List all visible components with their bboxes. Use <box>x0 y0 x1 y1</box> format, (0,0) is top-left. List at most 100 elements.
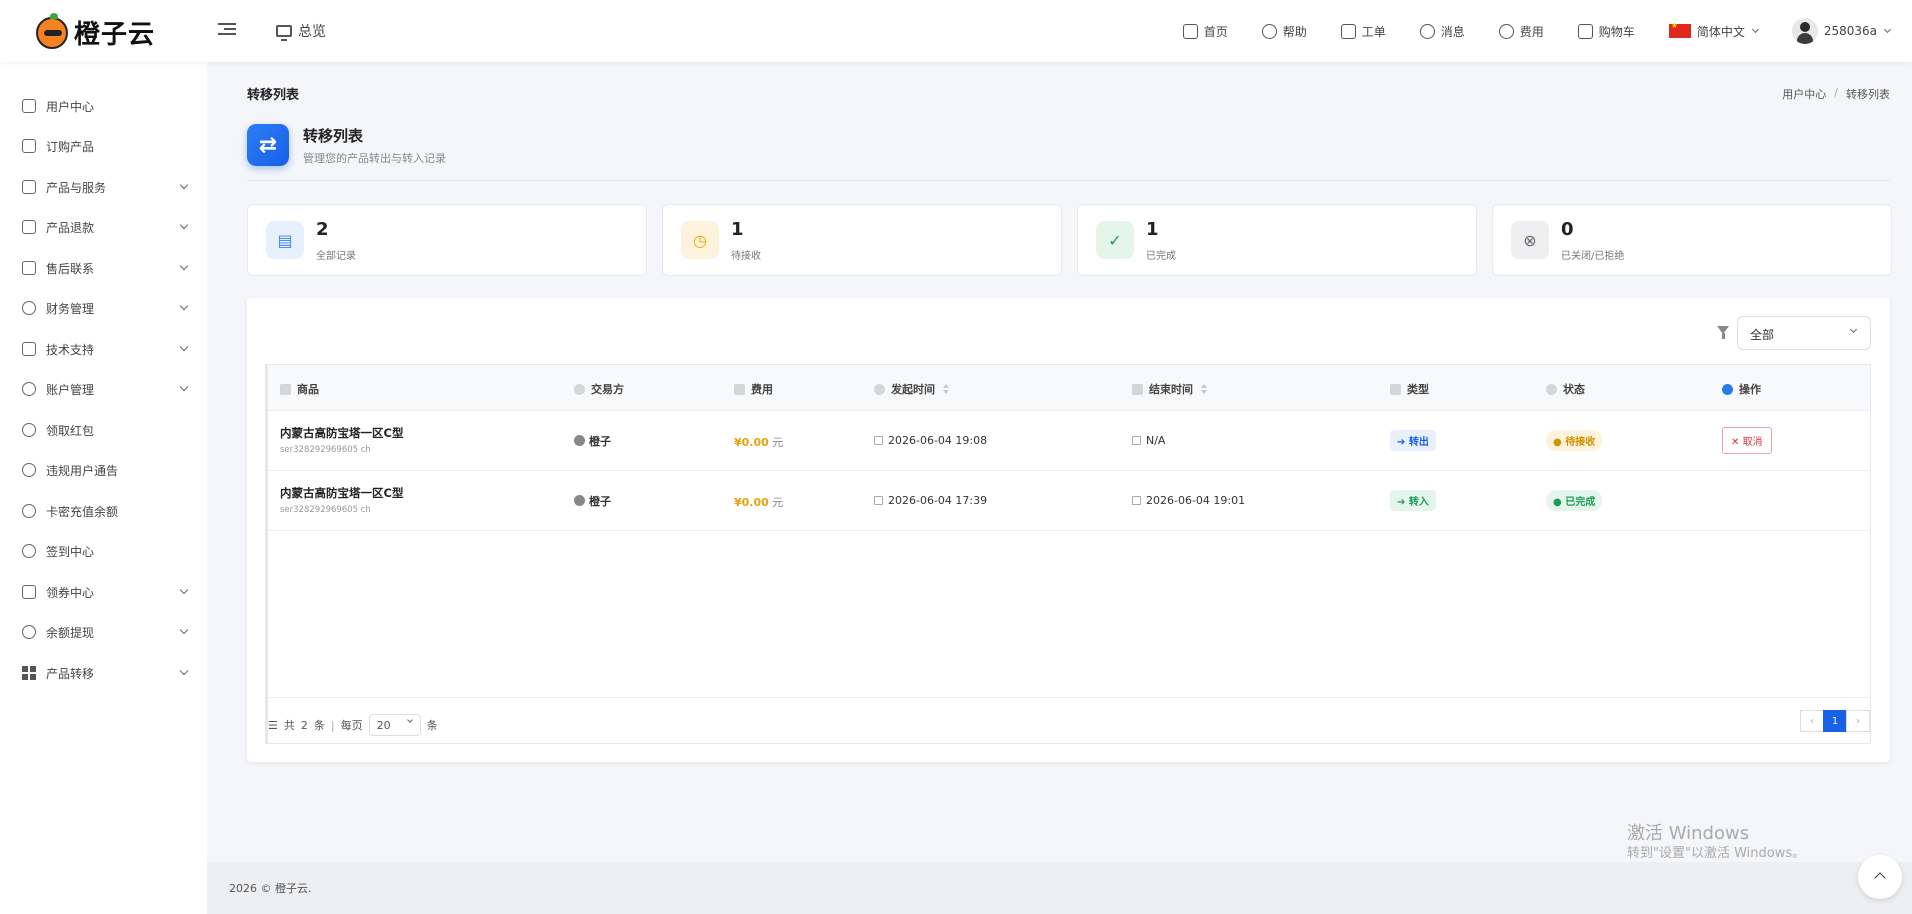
status-badge: ● 已完成 <box>1546 490 1603 511</box>
language-switcher[interactable]: 简体中文 <box>1668 21 1759 40</box>
sidebar-item-label: 卡密充值余额 <box>46 504 119 519</box>
sidebar-item-user-center[interactable]: 用户中心 <box>22 96 187 116</box>
divider <box>247 180 1890 181</box>
header-nav: 首页 帮助 工单 消息 费用 购物车 简体中文 258036a <box>1149 0 1892 62</box>
chevron-down-icon <box>179 585 189 595</box>
footer: 2026 © 橙子云. <box>207 862 1912 914</box>
coins-icon <box>734 383 745 395</box>
chevron-down-icon <box>1883 25 1892 34</box>
user-icon <box>22 382 36 396</box>
avatar <box>1791 18 1818 44</box>
sidebar-item-label: 售后联系 <box>46 261 95 276</box>
type-cell: ➔ 转出 <box>1390 430 1436 451</box>
user-icon <box>574 495 585 506</box>
sidebar-item-order[interactable]: 订购产品 <box>22 136 187 156</box>
grid-icon <box>22 666 36 680</box>
flag-icon <box>1132 383 1143 395</box>
col-end-time[interactable]: 结束时间 <box>1132 381 1207 397</box>
chevron-down-icon <box>179 301 189 311</box>
document-icon: ▤ <box>266 221 304 259</box>
col-status-label: 状态 <box>1563 383 1585 396</box>
sidebar-item-card-recharge[interactable]: 卡密充值余额 <box>22 501 187 521</box>
sort-icon[interactable] <box>1201 384 1207 394</box>
sort-icon[interactable] <box>943 384 949 394</box>
sidebar-item-after-sales[interactable]: 售后联系 <box>22 258 189 278</box>
product-name: 内蒙古高防宝塔一区C型 <box>280 426 404 440</box>
type-badge: ➔ 转出 <box>1390 430 1436 451</box>
page-1-button[interactable]: 1 <box>1823 710 1847 732</box>
start-time: 2026-06-04 17:39 <box>888 494 988 507</box>
nav-billing[interactable]: 费用 <box>1498 23 1544 40</box>
back-to-top-button[interactable] <box>1858 855 1902 899</box>
next-page-button[interactable]: › <box>1846 710 1870 732</box>
sidebar-item-finance[interactable]: 财务管理 <box>22 298 189 318</box>
sidebar-item-product-transfer[interactable]: 产品转移 <box>22 663 189 683</box>
col-start-time-label: 发起时间 <box>891 383 935 396</box>
col-start-time[interactable]: 发起时间 <box>874 381 949 397</box>
heading-title: 转移列表 <box>303 126 364 145</box>
cancel-label: 取消 <box>1742 437 1763 448</box>
per-page-select[interactable]: 20 <box>368 714 421 736</box>
end-time-cell: 2026-06-04 19:01 <box>1132 494 1245 507</box>
help-icon <box>1261 23 1277 39</box>
cart-icon <box>22 139 36 153</box>
heading-subtitle: 管理您的产品转出与转入记录 <box>303 151 446 165</box>
overview-link[interactable]: 总览 <box>276 21 326 41</box>
sidebar-item-withdraw[interactable]: 余额提现 <box>22 622 189 642</box>
nav-home[interactable]: 首页 <box>1182 23 1228 40</box>
nav-home-label: 首页 <box>1203 24 1228 39</box>
sidebar-item-label: 产品与服务 <box>46 180 107 195</box>
fee-cell: ¥0.00 元 <box>734 434 783 450</box>
nav-ticket[interactable]: 工单 <box>1340 23 1386 40</box>
sidebar-item-coupons[interactable]: 领券中心 <box>22 582 189 602</box>
total-count: 2 <box>300 718 308 732</box>
sidebar-item-red-packet[interactable]: 领取红包 <box>22 420 187 440</box>
clock-icon: ◷ <box>681 221 719 259</box>
product-id: ser328292969605 ch <box>280 505 371 515</box>
fee-cell: ¥0.00 元 <box>734 494 783 510</box>
chevron-down-icon <box>179 261 189 271</box>
sidebar-item-account[interactable]: 账户管理 <box>22 379 189 399</box>
language-label: 简体中文 <box>1696 24 1745 39</box>
stat-card-all[interactable]: ▤ 2 全部记录 <box>247 204 647 276</box>
nav-cart-label: 购物车 <box>1598 24 1635 39</box>
per-page-suffix: 条 <box>426 719 438 732</box>
menu-toggle-icon[interactable] <box>218 20 236 38</box>
stat-card-pending[interactable]: ◷ 1 待接收 <box>662 204 1062 276</box>
sidebar-item-violation-notice[interactable]: 违规用户通告 <box>22 460 187 480</box>
nav-messages[interactable]: 消息 <box>1419 23 1465 40</box>
breadcrumb: 用户中心 / 转移列表 <box>1782 86 1890 102</box>
counterparty-cell: 橙子 <box>574 493 611 509</box>
total-suffix: 条 <box>313 719 325 732</box>
exchange-icon <box>1390 383 1401 395</box>
table-row: 内蒙古高防宝塔一区C型 ser328292969605 ch 橙子 ¥0.00 … <box>268 471 1870 531</box>
cancel-transfer-button[interactable]: ✕ 取消 <box>1722 427 1772 454</box>
breadcrumb-user-center[interactable]: 用户中心 <box>1782 86 1826 102</box>
col-counterparty-label: 交易方 <box>591 383 624 396</box>
stat-card-closed[interactable]: ⊗ 0 已关闭/已拒绝 <box>1492 204 1892 276</box>
user-menu[interactable]: 258036a <box>1791 18 1892 44</box>
sidebar-item-products-services[interactable]: 产品与服务 <box>22 177 189 197</box>
calendar-icon <box>1132 496 1141 505</box>
sidebar-item-check-in[interactable]: 签到中心 <box>22 541 187 561</box>
status-label: 已完成 <box>1565 497 1596 508</box>
type-label: 转入 <box>1408 497 1429 508</box>
sidebar-item-refund[interactable]: 产品退款 <box>22 217 189 237</box>
stat-card-completed[interactable]: ✓ 1 已完成 <box>1077 204 1477 276</box>
start-time-cell: 2026-06-04 19:08 <box>874 434 987 447</box>
prev-page-button[interactable]: ‹ <box>1800 710 1824 732</box>
end-time: N/A <box>1146 434 1166 447</box>
product-icon <box>280 383 291 395</box>
chevron-down-icon <box>1751 25 1759 34</box>
product-name: 内蒙古高防宝塔一区C型 <box>280 486 404 500</box>
product-id: ser328292969605 ch <box>280 445 371 455</box>
brand-logo[interactable]: 橙子云 <box>36 12 155 51</box>
nav-cart[interactable]: 购物车 <box>1577 23 1635 40</box>
status-filter-select[interactable]: 全部 <box>1737 316 1871 350</box>
overview-label: 总览 <box>298 24 326 40</box>
fee-unit: 元 <box>772 436 784 449</box>
nav-help[interactable]: 帮助 <box>1261 23 1307 40</box>
sidebar-item-tech-support[interactable]: 技术支持 <box>22 339 189 359</box>
page-title: 转移列表 <box>247 88 300 103</box>
chevron-down-icon <box>179 220 189 230</box>
